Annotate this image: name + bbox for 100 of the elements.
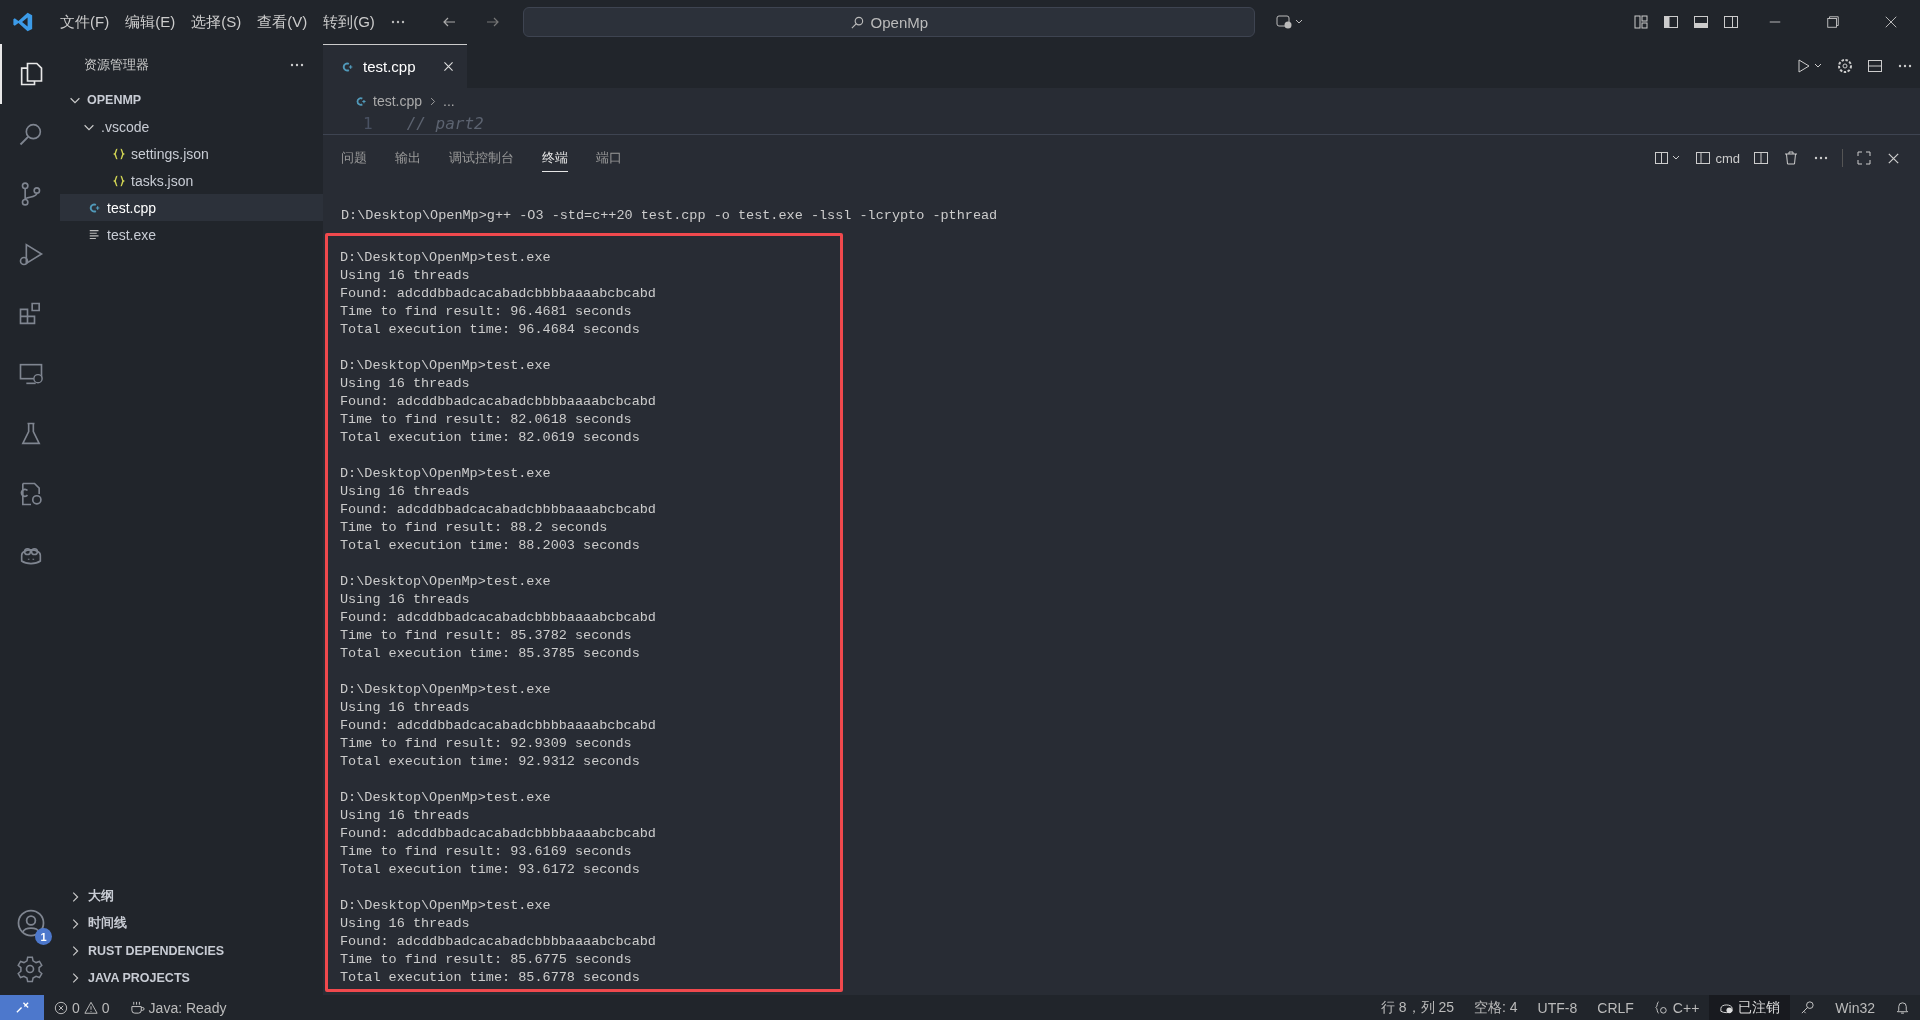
terminal-line: Total execution time: 88.2003 seconds <box>340 537 641 555</box>
terminal-line: Using 16 threads <box>340 483 471 501</box>
search-icon <box>849 14 865 30</box>
panel-tab[interactable]: 调试控制台 <box>449 144 514 172</box>
close-icon[interactable] <box>1884 15 1898 29</box>
encoding-status[interactable]: UTF-8 <box>1537 999 1578 1016</box>
settings-icon[interactable] <box>16 955 44 983</box>
app-logo-icon <box>12 11 34 33</box>
line-ending-status[interactable]: CRLF <box>1597 999 1634 1016</box>
primary-sidebar-icon[interactable] <box>1663 14 1679 30</box>
terminal-line: D:\Desktop\OpenMp>test.exe <box>340 357 552 375</box>
json-file-icon <box>112 173 126 188</box>
terminal-line: Found: adcddbbadcacabadcbbbbaaaabcbcabd <box>340 933 657 951</box>
tree-item[interactable]: .vscode <box>60 113 323 140</box>
terminal-line: D:\Desktop\OpenMp>test.exe <box>340 573 552 591</box>
panel-tab[interactable]: 终端 <box>542 144 568 172</box>
terminal-line: Total execution time: 96.4684 seconds <box>340 321 641 339</box>
terminal-line: Time to find result: 85.3782 seconds <box>340 627 633 645</box>
platform-status[interactable]: Win32 <box>1835 999 1875 1016</box>
section-header[interactable]: 时间线 <box>60 910 323 937</box>
terminal-line: Using 16 threads <box>340 375 471 393</box>
java-status[interactable]: Java: Ready <box>129 999 227 1016</box>
terminal-line: D:\Desktop\OpenMp>test.exe <box>340 465 552 483</box>
terminal-selector[interactable]: cmd <box>1695 150 1740 166</box>
terminal-line: Using 16 threads <box>340 807 471 825</box>
terminal-line: Time to find result: 93.6169 seconds <box>340 843 633 861</box>
terminal-line: Total execution time: 93.6172 seconds <box>340 861 641 879</box>
terminal-line: Time to find result: 88.2 seconds <box>340 519 609 537</box>
secondary-sidebar-icon[interactable] <box>1723 14 1739 30</box>
layout-icon[interactable] <box>1633 14 1649 30</box>
tree-item[interactable]: test.cpp <box>60 194 323 221</box>
editor-tab[interactable]: test.cpp <box>323 44 467 88</box>
account-status[interactable]: 已注销 <box>1709 995 1791 1020</box>
cursor-position[interactable]: 行 8，列 25 <box>1380 998 1455 1017</box>
terminal-line: Using 16 threads <box>340 591 471 609</box>
tree-item[interactable]: tasks.json <box>60 167 323 194</box>
coffee-cup-icon <box>129 1000 145 1015</box>
terminal-line: Using 16 threads <box>340 915 471 933</box>
code-comment: // part2 <box>406 114 484 134</box>
settings-icon[interactable] <box>1837 58 1853 74</box>
terminal-line: Found: adcddbbadcacabadcbbbbaaaabcbcabd <box>340 825 657 843</box>
terminal-line: Using 16 threads <box>340 699 471 717</box>
terminal-line: D:\Desktop\OpenMp>test.exe <box>340 897 552 915</box>
terminal-line: Time to find result: 92.9309 seconds <box>340 735 633 753</box>
tree-item[interactable]: test.exe <box>60 221 323 248</box>
terminal-line: Time to find result: 82.0618 seconds <box>340 411 633 429</box>
bell-icon[interactable] <box>1895 1000 1910 1015</box>
terminal-line: Total execution time: 85.6778 seconds <box>340 969 641 987</box>
indentation-status[interactable]: 空格: 4 <box>1474 998 1518 1017</box>
menu-item[interactable]: 选择(S) <box>183 12 250 32</box>
search-field[interactable]: OpenMp <box>522 7 1255 37</box>
trash-icon[interactable] <box>1783 150 1799 166</box>
restore-icon[interactable] <box>1826 15 1840 29</box>
menu-item[interactable]: 文件(F) <box>52 12 118 32</box>
terminal-line: D:\Desktop\OpenMp>g++ -O3 -std=c++20 test.cpp -o test.exe -lssl -lcrypto -pthread <box>341 207 999 225</box>
terminal-line: D:\Desktop\OpenMp>test.exe <box>340 789 552 807</box>
terminal-line: Found: adcddbbadcacabadcbbbbaaaabcbcabd <box>340 501 657 519</box>
tree-item[interactable]: settings.json <box>60 140 323 167</box>
close-icon[interactable] <box>441 60 455 73</box>
json-file-icon <box>112 146 126 161</box>
cpp-file-icon <box>355 94 368 108</box>
terminal-icon <box>1695 150 1712 166</box>
section-header[interactable]: 大纲 <box>60 883 323 910</box>
panel-icon[interactable] <box>1693 14 1709 30</box>
terminal-line: Found: adcddbbadcacabadcbbbbaaaabcbcabd <box>340 285 657 303</box>
breadcrumb-item[interactable]: ... <box>443 93 455 109</box>
menu-item[interactable]: 转到(G) <box>315 12 383 32</box>
terminal-line: Found: adcddbbadcacabadcbbbbaaaabcbcabd <box>340 609 657 627</box>
error-icon <box>54 1000 68 1015</box>
run-debug-icon[interactable] <box>1795 58 1823 74</box>
terminal-line: Found: adcddbbadcacabadcbbbbaaaabcbcabd <box>340 393 657 411</box>
problems-indicator[interactable]: 0 0 <box>54 999 110 1016</box>
braces-icon <box>1653 1000 1669 1015</box>
menu-item[interactable]: 编辑(E) <box>117 12 184 32</box>
panel-tab[interactable]: 问题 <box>341 144 367 172</box>
text-file-icon <box>88 227 102 242</box>
terminal-line: Time to find result: 96.4681 seconds <box>340 303 633 321</box>
tree-item[interactable]: OPENMP <box>60 86 323 113</box>
terminal-line: Using 16 threads <box>340 267 471 285</box>
terminal-line: Found: adcddbbadcacabadcbbbbaaaabcbcabd <box>340 717 657 735</box>
terminal-line: D:\Desktop\OpenMp>test.exe <box>340 681 552 699</box>
section-header[interactable]: JAVA PROJECTS <box>60 964 323 991</box>
menu-item[interactable]: 查看(V) <box>249 12 316 32</box>
panel-tab[interactable]: 端口 <box>596 144 622 172</box>
maximize-icon[interactable] <box>1856 150 1872 166</box>
notification-badge: 1 <box>35 928 52 945</box>
panel-tab[interactable]: 输出 <box>395 144 421 172</box>
remote-icon <box>14 1000 30 1015</box>
terminal-line: Time to find result: 85.6775 seconds <box>340 951 633 969</box>
account-button[interactable]: 1 <box>10 903 50 943</box>
split-terminal-icon[interactable] <box>1753 150 1769 166</box>
breadcrumb-item[interactable]: test.cpp <box>373 93 423 109</box>
terminal-line: Total execution time: 82.0619 seconds <box>340 429 641 447</box>
language-mode[interactable]: C++ <box>1653 999 1700 1016</box>
section-header[interactable]: RUST DEPENDENCIES <box>60 937 323 964</box>
warning-icon <box>83 1000 98 1015</box>
terminal-line: Total execution time: 92.9312 seconds <box>340 753 641 771</box>
explorer-title: 资源管理器 <box>84 56 149 74</box>
key-icon[interactable] <box>1800 1000 1816 1015</box>
split-editor-icon[interactable] <box>1867 58 1883 74</box>
